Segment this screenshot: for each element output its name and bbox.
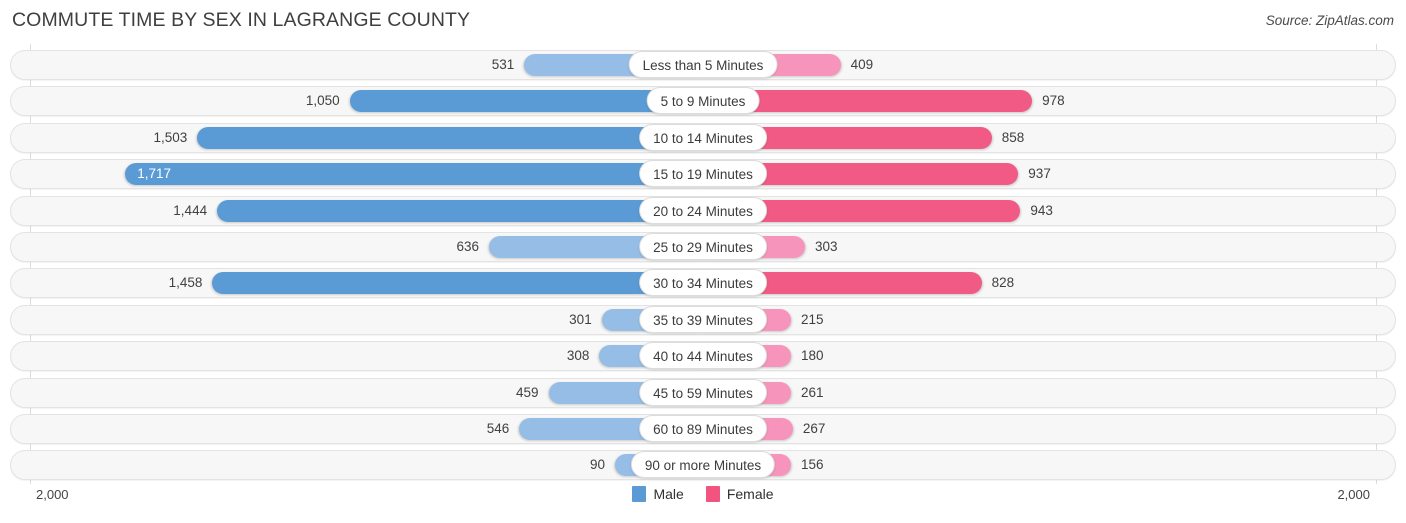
category-label: 25 to 29 Minutes [639, 232, 767, 260]
value-label-female: 215 [801, 311, 824, 327]
bar-row: 531 409 Less than 5 Minutes [0, 50, 1406, 80]
value-label-male: 636 [456, 238, 479, 254]
value-label-female: 943 [1030, 202, 1053, 218]
bar-male [212, 272, 703, 295]
legend-item[interactable]: Male [632, 486, 684, 502]
value-label-male: 1,458 [168, 275, 203, 291]
value-label-male: 90 [589, 457, 605, 473]
bar-row: 546 267 60 to 89 Minutes [0, 413, 1406, 444]
category-label: 30 to 34 Minutes [639, 269, 767, 297]
bar-rows-container: 531 409 Less than 5 Minutes 1,050 978 5 to 9 … [0, 50, 1406, 487]
value-label-male: 459 [516, 384, 539, 400]
value-label-male: 308 [566, 348, 590, 364]
value-label-male: 1,717 [137, 166, 172, 182]
page-title: COMMUTE TIME BY SEX IN LAGRANGE COUNTY [12, 9, 471, 31]
value-label-male: 1,503 [153, 129, 188, 145]
category-label: 35 to 39 Minutes [639, 305, 767, 333]
value-label-female: 261 [801, 384, 824, 400]
bar-male [217, 199, 703, 222]
legend-swatch-icon [705, 486, 720, 502]
bar-male [197, 126, 703, 149]
category-label: 5 to 9 Minutes [646, 87, 760, 115]
value-label-female: 937 [1028, 166, 1051, 182]
bar-row: 308 180 40 to 44 Minutes [0, 341, 1406, 372]
value-label-female: 409 [850, 57, 874, 72]
category-label: 90 or more Minutes [630, 451, 776, 479]
category-label: 40 to 44 Minutes [639, 342, 767, 370]
bar-row: 1,717 937 15 to 19 Minutes [0, 159, 1406, 190]
legend-item[interactable]: Female [705, 486, 774, 502]
legend-label: Female [726, 486, 774, 502]
bar-row: 459 261 45 to 59 Minutes [0, 377, 1406, 408]
bar-row: 1,444 943 20 to 24 Minutes [0, 195, 1406, 226]
value-label-female: 267 [802, 420, 826, 436]
category-label: 10 to 14 Minutes [639, 123, 767, 151]
category-label: 45 to 59 Minutes [639, 378, 767, 406]
chart-header: COMMUTE TIME BY SEX IN LAGRANGE COUNTY S… [0, 0, 1406, 44]
value-label-male: 1,050 [305, 93, 340, 109]
source-attribution: Source: ZipAtlas.com [1265, 13, 1394, 28]
value-label-male: 546 [486, 420, 510, 436]
value-label-female: 828 [991, 275, 1015, 291]
value-label-female: 156 [801, 457, 824, 473]
category-label: Less than 5 Minutes [628, 51, 778, 78]
bar-row: 1,503 858 10 to 14 Minutes [0, 122, 1406, 153]
chart-legend: Male Female [0, 486, 1406, 502]
value-label-female: 303 [814, 238, 838, 254]
value-label-male: 531 [491, 57, 515, 72]
value-label-female: 978 [1042, 93, 1065, 109]
bar-row: 90 156 90 or more Minutes [0, 450, 1406, 481]
value-label-male: 301 [569, 311, 592, 327]
chart-footer: 2,000 2,000 Male Female [0, 484, 1406, 523]
category-label: 15 to 19 Minutes [639, 160, 767, 188]
category-label: 20 to 24 Minutes [639, 196, 767, 224]
value-label-female: 858 [1001, 129, 1025, 145]
bar-row: 1,458 828 30 to 34 Minutes [0, 268, 1406, 299]
value-label-female: 180 [801, 348, 824, 364]
category-label: 60 to 89 Minutes [639, 414, 767, 442]
bar-row: 636 303 25 to 29 Minutes [0, 231, 1406, 262]
legend-label: Male [653, 486, 684, 502]
value-label-male: 1,444 [173, 202, 208, 218]
legend-swatch-icon [632, 486, 647, 502]
chart-plot-area: 531 409 Less than 5 Minutes 1,050 978 5 to 9 … [0, 44, 1406, 484]
bar-row: 1,050 978 5 to 9 Minutes [0, 86, 1406, 117]
bar-row: 301 215 35 to 39 Minutes [0, 304, 1406, 335]
